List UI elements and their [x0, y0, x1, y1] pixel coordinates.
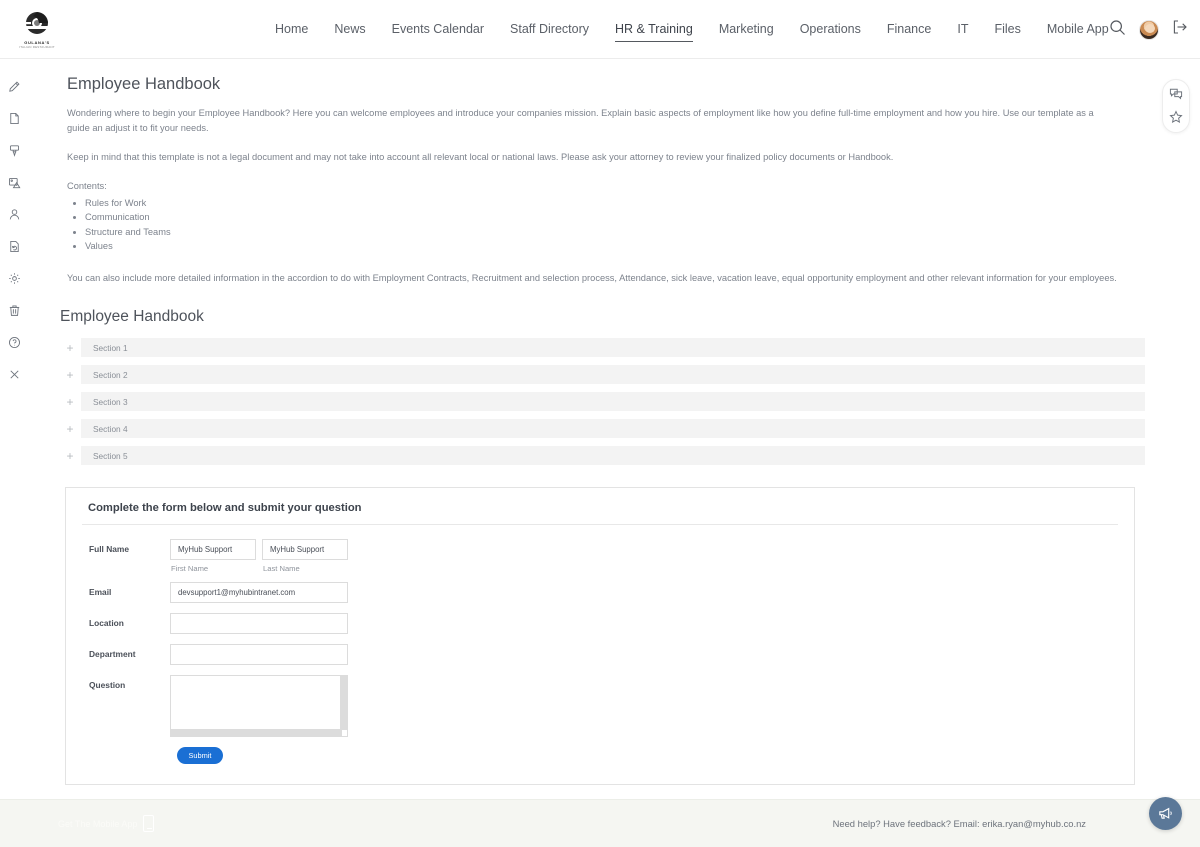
form-row-question: Question	[82, 675, 1118, 737]
logo-brand-tagline: ITALIAN RESTAURANT	[19, 45, 55, 49]
circular-logo-mark	[22, 9, 52, 39]
nav-item-marketing[interactable]: Marketing	[706, 16, 787, 42]
location-input[interactable]	[170, 613, 348, 634]
top-navigation-bar: GULANA'S ITALIAN RESTAURANT Home News Ev…	[0, 0, 1200, 59]
nav-item-operations[interactable]: Operations	[787, 16, 874, 42]
plus-icon[interactable]: +	[59, 450, 81, 462]
additional-info-paragraph: You can also include more detailed infor…	[67, 271, 1117, 286]
submit-button[interactable]: Submit	[177, 747, 223, 764]
accordion-row-section-3[interactable]: + Section 3	[59, 392, 1145, 411]
contents-list: Rules for Work Communication Structure a…	[67, 196, 1145, 253]
list-item: Communication	[85, 210, 1145, 224]
accordion-row-section-2[interactable]: + Section 2	[59, 365, 1145, 384]
full-name-label: Full Name	[82, 539, 170, 554]
email-label: Email	[82, 582, 170, 597]
accordion-label[interactable]: Section 2	[81, 365, 1145, 384]
page-footer: Get The Mobile App Need help? Have feedb…	[0, 799, 1200, 847]
main-nav: Home News Events Calendar Staff Director…	[262, 16, 1122, 42]
first-name-sublabel: First Name	[170, 564, 256, 573]
form-row-department: Department	[82, 644, 1118, 665]
last-name-sublabel: Last Name	[262, 564, 348, 573]
question-label: Question	[82, 675, 170, 690]
email-input[interactable]: devsupport1@myhubintranet.com	[170, 582, 348, 603]
form-row-email: Email devsupport1@myhubintranet.com	[82, 582, 1118, 603]
megaphone-announcement-icon[interactable]	[1149, 797, 1182, 830]
accordion-section: Employee Handbook + Section 1 + Section …	[55, 308, 1145, 465]
nav-item-home[interactable]: Home	[262, 16, 321, 42]
nav-item-it[interactable]: IT	[944, 16, 981, 42]
top-bar-actions	[1109, 0, 1188, 59]
logout-icon[interactable]	[1172, 19, 1188, 40]
main-content: Employee Handbook Wondering where to beg…	[0, 59, 1200, 847]
first-name-input[interactable]: MyHub Support	[170, 539, 256, 560]
accordion-title: Employee Handbook	[59, 308, 1145, 326]
nav-item-news[interactable]: News	[321, 16, 378, 42]
plus-icon[interactable]: +	[59, 396, 81, 408]
nav-item-finance[interactable]: Finance	[874, 16, 944, 42]
form-heading: Complete the form below and submit your …	[82, 500, 1118, 525]
handbook-article: Employee Handbook Wondering where to beg…	[55, 75, 1145, 286]
nav-item-staff-directory[interactable]: Staff Directory	[497, 16, 602, 42]
department-label: Department	[82, 644, 170, 659]
site-logo[interactable]: GULANA'S ITALIAN RESTAURANT	[8, 9, 66, 49]
intro-paragraph: Wondering where to begin your Employee H…	[67, 106, 1117, 136]
page-title: Employee Handbook	[67, 75, 1145, 94]
get-mobile-app-label: Get The Mobile App	[58, 819, 137, 829]
list-item: Rules for Work	[85, 196, 1145, 210]
accordion-row-section-4[interactable]: + Section 4	[59, 419, 1145, 438]
nav-item-hr-and-training[interactable]: HR & Training	[602, 16, 706, 42]
list-item: Values	[85, 239, 1145, 253]
form-row-location: Location	[82, 613, 1118, 634]
textarea-vertical-scrollbar[interactable]	[340, 676, 347, 730]
location-label: Location	[82, 613, 170, 628]
plus-icon[interactable]: +	[59, 423, 81, 435]
form-row-full-name: Full Name MyHub Support First Name MyHub…	[82, 539, 1118, 573]
list-item: Structure and Teams	[85, 225, 1145, 239]
contents-label: Contents:	[67, 179, 1117, 194]
last-name-input[interactable]: MyHub Support	[262, 539, 348, 560]
accordion-row-section-1[interactable]: + Section 1	[59, 338, 1145, 357]
get-mobile-app-link[interactable]: Get The Mobile App	[58, 815, 154, 832]
nav-item-events-calendar[interactable]: Events Calendar	[379, 16, 497, 42]
search-icon[interactable]	[1109, 19, 1126, 41]
accordion-label[interactable]: Section 3	[81, 392, 1145, 411]
accordion-label[interactable]: Section 4	[81, 419, 1145, 438]
phone-icon	[143, 815, 154, 832]
plus-icon[interactable]: +	[59, 342, 81, 354]
accordion-label[interactable]: Section 5	[81, 446, 1145, 465]
plus-icon[interactable]: +	[59, 369, 81, 381]
accordion-label[interactable]: Section 1	[81, 338, 1145, 357]
accordion-row-section-5[interactable]: + Section 5	[59, 446, 1145, 465]
footer-help-note: Need help? Have feedback? Email: erika.r…	[833, 818, 1086, 829]
question-form-card: Complete the form below and submit your …	[65, 487, 1135, 785]
user-avatar[interactable]	[1139, 20, 1159, 40]
textarea-horizontal-scrollbar[interactable]	[171, 729, 342, 736]
question-textarea[interactable]	[170, 675, 348, 737]
disclaimer-paragraph: Keep in mind that this template is not a…	[67, 150, 1117, 165]
department-input[interactable]	[170, 644, 348, 665]
nav-item-files[interactable]: Files	[981, 16, 1033, 42]
